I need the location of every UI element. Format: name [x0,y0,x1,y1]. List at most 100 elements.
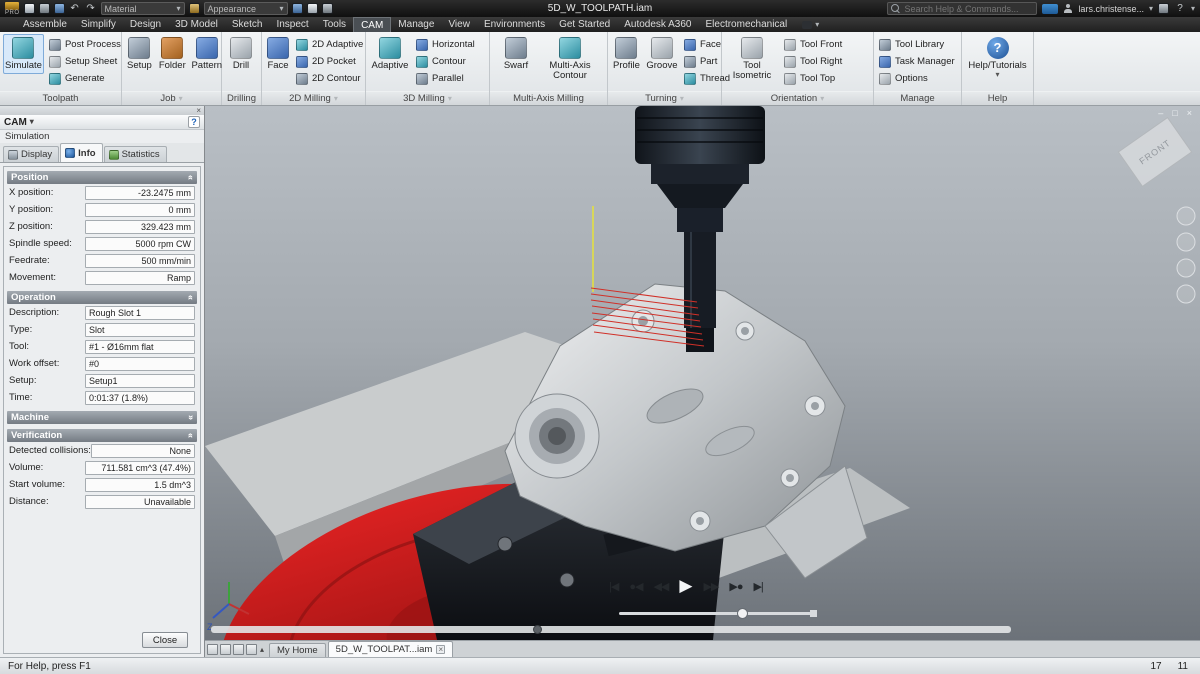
tab-my-home[interactable]: My Home [269,643,326,657]
playback-speed-slider[interactable] [619,612,815,615]
tab-tools[interactable]: Tools [316,17,353,32]
profile-button[interactable]: Profile [611,34,642,74]
tab-close-icon[interactable]: × [436,645,445,654]
tab-design[interactable]: Design [123,17,168,32]
drill-button[interactable]: Drill [225,34,257,74]
tool-isometric-button[interactable]: Tool Isometric [725,34,779,84]
2d-adaptive-button[interactable]: 2D Adaptive [294,37,365,52]
close-button[interactable]: Close [142,632,188,648]
new-file-icon[interactable] [24,3,35,14]
contour-button[interactable]: Contour [414,54,477,69]
expand-tab-list-icon[interactable]: ▴ [260,645,264,654]
tool-top-button[interactable]: Tool Top [782,71,844,86]
multi-axis-contour-button[interactable]: Multi-Axis Contour [539,34,601,84]
tile-windows-icon[interactable] [220,644,231,655]
tab-get-started[interactable]: Get Started [552,17,617,32]
work-offset-value[interactable]: #0 [85,357,195,371]
simulation-timeline[interactable] [211,626,1011,633]
notifications-icon[interactable] [1158,3,1169,14]
step-back-button[interactable]: ◀◀ [653,580,668,593]
type-value[interactable]: Slot [85,323,195,337]
time-value[interactable]: 0:01:37 (1.8%) [85,391,195,405]
help-icon[interactable]: ? [1174,3,1186,14]
user-name[interactable]: lars.christense... [1078,4,1144,14]
arrange-windows-icon[interactable] [233,644,244,655]
redo-icon[interactable]: ↷ [85,3,97,14]
zoom-button[interactable] [1177,259,1195,277]
cascade-windows-icon[interactable] [207,644,218,655]
face-2d-button[interactable]: Face [265,34,291,74]
tab-view[interactable]: View [441,17,477,32]
generate-button[interactable]: Generate [47,71,123,86]
z-position-value[interactable]: 329.423 mm [85,220,195,234]
feedrate-value[interactable]: 500 mm/min [85,254,195,268]
tab-display[interactable]: Display [3,146,59,162]
print-icon[interactable] [54,3,65,14]
help-menu-chevron-icon[interactable]: ▾ [1191,5,1195,13]
adaptive-button[interactable]: Adaptive [369,34,411,74]
tab-manage[interactable]: Manage [391,17,441,32]
search-box[interactable] [887,2,1037,15]
group-label-orientation[interactable]: Orientation▾ [722,91,873,105]
material-dropdown[interactable]: Material ▾ [101,2,185,15]
swarf-button[interactable]: Swarf [496,34,536,74]
movement-value[interactable]: Ramp [85,271,195,285]
group-label-2d-milling[interactable]: 2D Milling▾ [262,91,365,105]
pattern-button[interactable]: Pattern [191,34,223,74]
play-button[interactable]: ▶ [679,576,692,596]
section-header-machine[interactable]: Machine « [7,411,197,424]
tool-value[interactable]: #1 - Ø16mm flat [85,340,195,354]
undo-icon[interactable]: ↶ [69,3,81,14]
step-forward-button[interactable]: ▶▶ [703,580,718,593]
detected-collisions-value[interactable]: None [91,444,195,458]
help-tutorials-button[interactable]: ? Help/Tutorials ▾ [968,34,1028,82]
2d-contour-button[interactable]: 2D Contour [294,71,365,86]
description-value[interactable]: Rough Slot 1 [85,306,195,320]
tab-3d-model[interactable]: 3D Model [168,17,225,32]
simulate-button[interactable]: Simulate [3,34,44,74]
distance-value[interactable]: Unavailable [85,495,195,509]
section-header-verification[interactable]: Verification « [7,429,197,442]
window-minimize-icon[interactable]: – [1158,108,1163,118]
tab-statistics[interactable]: Statistics [104,146,167,162]
appearance-dropdown[interactable]: Appearance ▾ [204,2,288,15]
panel-title-chevron-icon[interactable]: ▾ [30,118,34,126]
tool-front-button[interactable]: Tool Front [782,37,844,52]
setup-sheet-button[interactable]: Setup Sheet [47,54,123,69]
panel-close-icon[interactable]: × [196,106,201,115]
share-control[interactable]: ▾ [802,17,819,32]
setup-value[interactable]: Setup1 [85,374,195,388]
fx-parameters-icon[interactable] [307,3,318,14]
go-to-end-button[interactable]: ▶| [753,580,762,593]
3d-viewport[interactable]: FRONT Z [205,106,1200,640]
window-restore-icon[interactable]: □ [1172,108,1177,118]
search-input[interactable] [904,4,1033,14]
previous-operation-button[interactable]: ●◀ [629,580,642,593]
tab-sketch[interactable]: Sketch [225,17,270,32]
tab-electromechanical[interactable]: Electromechanical [699,17,795,32]
tab-inspect[interactable]: Inspect [269,17,315,32]
panel-help-button[interactable]: ? [188,116,200,128]
task-manager-button[interactable]: Task Manager [877,54,957,69]
group-label-turning[interactable]: Turning▾ [608,91,721,105]
save-icon[interactable] [39,3,50,14]
app-logo[interactable]: PRO [5,2,20,16]
tab-assemble[interactable]: Assemble [16,17,74,32]
window-close-icon[interactable]: × [1187,108,1192,118]
group-label-3d-milling[interactable]: 3D Milling▾ [366,91,489,105]
options-button[interactable]: Options [877,71,957,86]
orbit-button[interactable] [1177,285,1195,303]
spindle-speed-value[interactable]: 5000 rpm CW [85,237,195,251]
group-label-job[interactable]: Job▾ [122,91,221,105]
post-process-button[interactable]: Post Process [47,37,123,52]
user-menu-chevron-icon[interactable]: ▾ [1149,5,1153,13]
a360-icon[interactable] [1042,4,1058,14]
measure-icon[interactable] [322,3,333,14]
start-volume-value[interactable]: 1.5 dm^3 [85,478,195,492]
x-position-value[interactable]: -23.2475 mm [85,186,195,200]
tab-cam[interactable]: CAM [353,17,391,32]
volume-value[interactable]: 711.581 cm^3 (47.4%) [85,461,195,475]
go-to-start-button[interactable]: |◀ [609,580,618,593]
tab-autodesk-a360[interactable]: Autodesk A360 [617,17,698,32]
adjust-material-icon[interactable] [189,3,200,14]
